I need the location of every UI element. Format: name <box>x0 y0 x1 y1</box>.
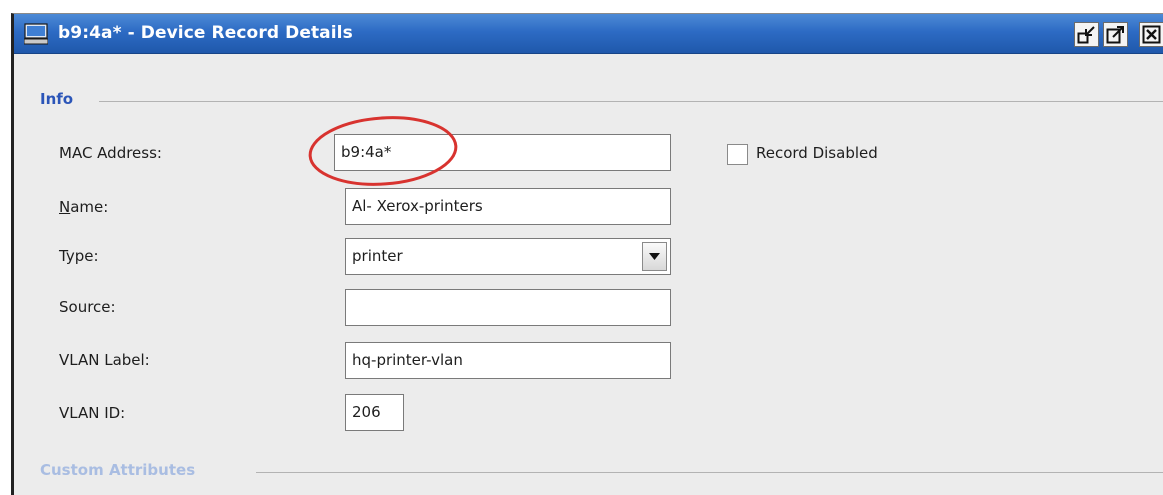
name-label-text: ame: <box>70 198 109 216</box>
info-group-title: Info <box>40 90 74 108</box>
mac-address-input[interactable]: b9:4a* <box>334 134 671 171</box>
close-icon <box>1142 25 1161 44</box>
type-select-value: printer <box>352 247 403 265</box>
type-select[interactable]: printer <box>345 238 671 275</box>
source-input[interactable] <box>345 289 671 326</box>
pop-out-button[interactable] <box>1103 22 1128 47</box>
monitor-icon <box>24 23 48 45</box>
custom-attributes-group-title: Custom Attributes <box>40 461 196 479</box>
mac-address-label: MAC Address: <box>59 144 162 162</box>
restore-down-icon <box>1077 26 1095 44</box>
record-disabled-label: Record Disabled <box>756 144 878 162</box>
vlan-label-input[interactable]: hq-printer-vlan <box>345 342 671 379</box>
name-label: Name: <box>59 198 108 216</box>
pop-out-icon <box>1106 26 1124 44</box>
vlan-label-label: VLAN Label: <box>59 351 150 369</box>
title-bar[interactable]: b9:4a* - Device Record Details <box>14 14 1163 54</box>
vlan-id-input[interactable]: 206 <box>345 394 404 431</box>
name-label-mnemonic: N <box>59 198 71 216</box>
device-record-window: b9:4a* - Device Record Details Info MAC … <box>11 13 1163 495</box>
type-label: Type: <box>59 247 99 265</box>
vlan-id-label: VLAN ID: <box>59 404 126 422</box>
record-disabled-checkbox[interactable] <box>727 144 748 165</box>
info-group-divider <box>99 101 1163 102</box>
type-dropdown-button[interactable] <box>642 242 667 271</box>
custom-attributes-divider <box>256 472 1163 473</box>
close-button[interactable] <box>1139 22 1163 47</box>
restore-down-button[interactable] <box>1074 22 1099 47</box>
name-input[interactable]: Al- Xerox-printers <box>345 188 671 225</box>
chevron-down-icon <box>649 253 660 260</box>
window-title: b9:4a* - Device Record Details <box>58 23 353 43</box>
source-label: Source: <box>59 298 116 316</box>
